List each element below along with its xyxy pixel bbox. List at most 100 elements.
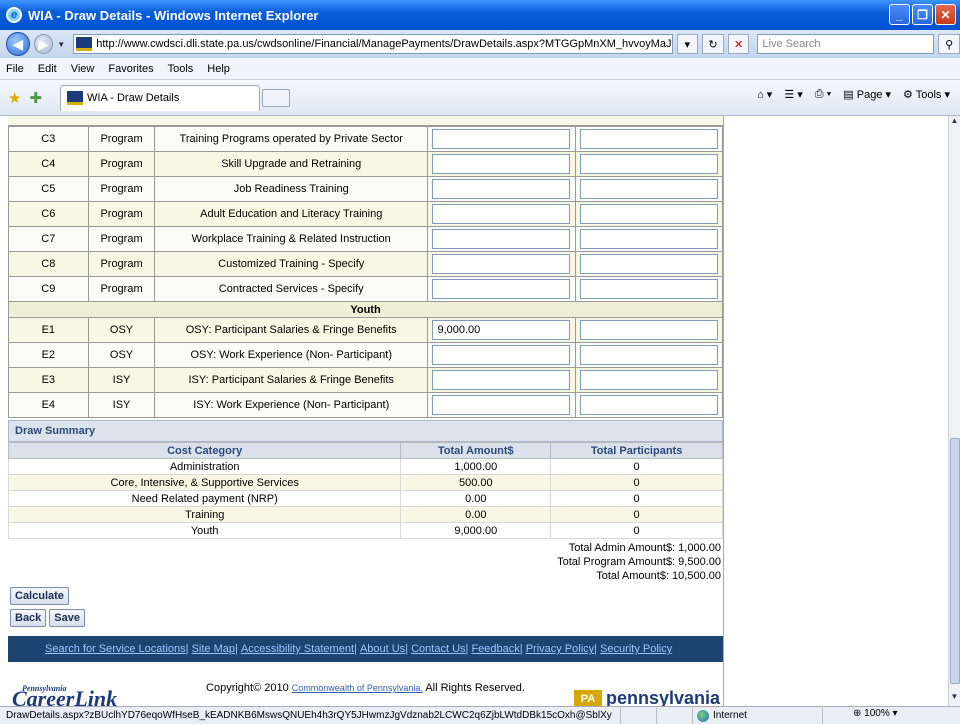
feeds-icon[interactable]: ☰ ▾ [784, 88, 802, 101]
line-item-row: C4 Program Skill Upgrade and Retraining [8, 151, 723, 177]
amount-input[interactable] [432, 179, 571, 199]
line-item-row: C6 Program Adult Education and Literacy Tr… [8, 201, 723, 227]
line-type: Program [87, 151, 156, 177]
line-code: C6 [8, 201, 89, 227]
forward-nav-button[interactable]: ▶ [33, 34, 54, 54]
new-tab-button[interactable] [262, 88, 291, 107]
participants-input[interactable] [579, 279, 718, 299]
refresh-icon[interactable]: ↻ [702, 34, 724, 54]
summary-row: Training 0.00 0 [8, 506, 723, 523]
line-item-row: C7 Program Workplace Training & Related In… [8, 226, 723, 252]
amount-cell [426, 126, 576, 152]
participants-input[interactable] [579, 370, 718, 390]
calculate-button[interactable]: Calculate [10, 587, 69, 605]
commonwealth-link[interactable]: Commonwealth of Pennsylvania. [292, 683, 423, 693]
link-feedback[interactable]: Feedback [471, 643, 519, 655]
page-menu[interactable]: ▤ Page ▾ [843, 88, 891, 101]
summary-participants: 0 [550, 458, 723, 475]
link-contact-us[interactable]: Contact Us [411, 643, 465, 655]
participants-input[interactable] [579, 395, 718, 415]
tools-menu[interactable]: ⚙ Tools ▾ [903, 88, 950, 101]
link-privacy-policy[interactable]: Privacy Policy [526, 643, 594, 655]
zoom-control[interactable]: ⊕ 100% ▾ [822, 707, 898, 724]
vertical-scrollbar[interactable]: ▲ ▼ [948, 116, 960, 706]
participants-input[interactable] [579, 320, 718, 340]
scroll-down-icon[interactable]: ▼ [949, 692, 960, 706]
back-button[interactable]: Back [10, 609, 47, 627]
line-description: OSY: Work Experience (Non- Participant) [154, 342, 428, 368]
total-admin-amount: Total Admin Amount$: 1,000.00 [568, 542, 721, 554]
menu-favorites[interactable]: Favorites [108, 63, 153, 75]
amount-input[interactable] [432, 370, 571, 390]
participants-cell [574, 251, 723, 277]
print-icon[interactable]: ⎙ ▾ [815, 88, 831, 101]
scroll-thumb[interactable] [950, 438, 960, 684]
maximize-button[interactable]: ❐ [912, 4, 933, 25]
status-url: DrawDetails.aspx?zBUclhYD76eqoWfHseB_kEA… [6, 710, 612, 721]
address-bar[interactable]: http://www.cwdsci.dli.state.pa.us/cwdson… [73, 34, 673, 54]
close-button[interactable]: ✕ [935, 4, 956, 25]
line-item-row: C5 Program Job Readiness Training [8, 176, 723, 202]
amount-input[interactable] [432, 129, 571, 149]
search-icon[interactable]: ⚲ [938, 34, 960, 54]
amount-input[interactable] [432, 345, 571, 365]
participants-input[interactable] [579, 204, 718, 224]
amount-input[interactable] [432, 320, 571, 340]
status-bar: DrawDetails.aspx?zBUclhYD76eqoWfHseB_kEA… [0, 706, 960, 724]
menu-edit[interactable]: Edit [38, 63, 57, 75]
link-service-locations[interactable]: Search for Service Locations [45, 643, 186, 655]
amount-input[interactable] [432, 279, 571, 299]
link-site-map[interactable]: Site Map [192, 643, 235, 655]
participants-input[interactable] [579, 254, 718, 274]
favorites-star-icon[interactable]: ★ [8, 89, 21, 107]
add-favorites-icon[interactable]: ✚ [29, 89, 42, 107]
globe-icon [697, 709, 709, 722]
amount-input[interactable] [432, 395, 571, 415]
stop-icon[interactable]: ✕ [727, 34, 750, 54]
menu-help[interactable]: Help [207, 63, 230, 75]
line-description: Workplace Training & Related Instruction [154, 226, 428, 252]
amount-input[interactable] [432, 254, 571, 274]
participants-cell [574, 126, 723, 152]
participants-input[interactable] [579, 345, 718, 365]
amount-input[interactable] [432, 204, 571, 224]
address-dropdown-button[interactable]: ▾ [676, 34, 699, 54]
amount-input[interactable] [432, 229, 571, 249]
link-about-us[interactable]: About Us [360, 643, 405, 655]
participants-cell [574, 201, 723, 227]
blank-right-pane [723, 116, 948, 706]
home-icon[interactable]: ⌂ ▾ [757, 88, 772, 101]
menu-bar: File Edit View Favorites Tools Help [0, 58, 960, 80]
menu-tools[interactable]: Tools [168, 63, 194, 75]
window-title: WIA - Draw Details - Windows Internet Ex… [28, 7, 319, 23]
history-dropdown-icon[interactable]: ▼ [57, 40, 65, 49]
careerlink-logo: Pennsylvania CareerLink [12, 684, 118, 706]
search-input[interactable]: Live Search [757, 34, 935, 54]
partial-row [8, 116, 723, 126]
menu-view[interactable]: View [71, 63, 95, 75]
link-accessibility[interactable]: Accessibility Statement [241, 643, 354, 655]
participants-input[interactable] [579, 129, 718, 149]
minimize-button[interactable]: _ [889, 4, 910, 25]
line-item-row: C9 Program Contracted Services - Specify [8, 276, 723, 302]
amount-input[interactable] [432, 154, 571, 174]
summary-category: Need Related payment (NRP) [8, 490, 402, 507]
line-type: ISY [87, 392, 156, 418]
back-nav-button[interactable]: ◀ [6, 32, 30, 56]
line-code: C3 [8, 126, 89, 152]
menu-file[interactable]: File [6, 63, 24, 75]
line-item-row: C3 Program Training Programs operated by P… [8, 126, 723, 152]
line-description: OSY: Participant Salaries & Fringe Benef… [154, 317, 428, 343]
participants-input[interactable] [579, 154, 718, 174]
participants-input[interactable] [579, 179, 718, 199]
page-content: C3 Program Training Programs operated by P… [8, 116, 723, 706]
tab-draw-details[interactable]: WIA - Draw Details [60, 84, 261, 111]
line-type: Program [87, 201, 156, 227]
totals-block: Total Admin Amount$: 1,000.00 Total Prog… [8, 541, 723, 583]
save-button[interactable]: Save [49, 609, 85, 627]
amount-cell [426, 251, 576, 277]
link-security-policy[interactable]: Security Policy [600, 643, 672, 655]
scroll-up-icon[interactable]: ▲ [949, 116, 960, 130]
participants-input[interactable] [579, 229, 718, 249]
summary-row: Need Related payment (NRP) 0.00 0 [8, 490, 723, 507]
